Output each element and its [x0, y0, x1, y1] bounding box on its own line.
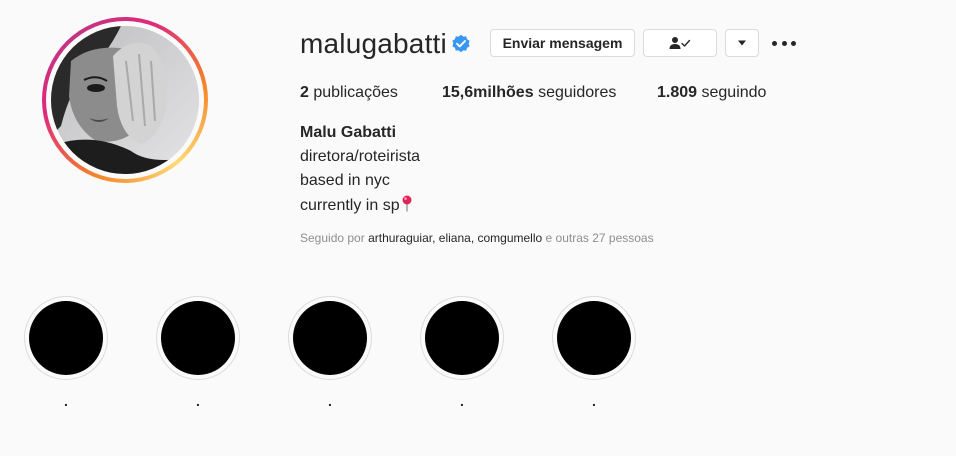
highlight-label: .	[64, 393, 68, 409]
followers-count-value: 15,6milhões	[442, 84, 534, 101]
followed-by-prefix: Seguido por	[300, 231, 365, 245]
followed-by-account: comgumello	[477, 231, 543, 245]
highlight-cover	[161, 301, 235, 375]
followers-count-label: seguidores	[538, 84, 617, 101]
avatar[interactable]	[51, 26, 199, 174]
highlight-label: .	[460, 393, 464, 409]
username: malugabatti	[300, 28, 447, 59]
avatar-photo	[51, 26, 199, 174]
story-highlight[interactable]	[420, 296, 504, 380]
story-highlight[interactable]	[156, 296, 240, 380]
bio-line-text: currently in sp	[300, 197, 400, 214]
story-highlight[interactable]	[552, 296, 636, 380]
following-count-value: 1.809	[657, 84, 698, 101]
highlight-label: .	[592, 393, 596, 409]
verified-badge-icon	[452, 34, 470, 53]
person-check-icon	[669, 37, 691, 49]
posts-count-value: 2	[300, 84, 309, 101]
posts-count-label: publicações	[313, 84, 398, 101]
following-count-label: seguindo	[701, 84, 767, 101]
more-dot	[781, 40, 787, 46]
bio-line-last: currently in sp	[300, 195, 413, 216]
full-name: Malu Gabatti	[300, 124, 397, 141]
pin-emoji-icon	[402, 195, 412, 212]
story-ring[interactable]	[42, 17, 208, 183]
send-message-button[interactable]: Enviar mensagem	[490, 29, 635, 57]
highlight-label: .	[328, 393, 332, 409]
posts-count: 2 publicações	[300, 83, 398, 103]
bio-line: diretora/roteirista	[300, 148, 421, 165]
followers-link[interactable]: 15,6milhões seguidores	[442, 83, 616, 103]
followed-by-link[interactable]: Seguido por arthuraguiar, eliana, comgum…	[300, 230, 654, 246]
followed-by-account: eliana	[438, 231, 471, 245]
followed-by-account: arthuraguiar	[368, 231, 433, 245]
more-options-button[interactable]	[772, 35, 796, 51]
caret-down-icon	[738, 40, 746, 46]
suggestions-dropdown-button[interactable]	[725, 29, 759, 57]
highlight-cover	[293, 301, 367, 375]
following-button[interactable]	[643, 29, 717, 57]
story-highlight[interactable]	[288, 296, 372, 380]
story-highlight[interactable]	[24, 296, 108, 380]
highlight-cover	[425, 301, 499, 375]
highlight-cover	[557, 301, 631, 375]
highlight-label: .	[196, 393, 200, 409]
more-dot	[791, 40, 796, 46]
separator: ,	[432, 231, 439, 245]
more-options-icon	[772, 40, 777, 46]
bio-line: based in nyc	[300, 172, 390, 189]
profile-page: malugabatti Enviar mensagem 2 publicaçõe…	[0, 0, 956, 456]
followed-by-suffix: e outras 27 pessoas	[545, 231, 654, 245]
following-link[interactable]: 1.809 seguindo	[657, 83, 766, 103]
highlight-cover	[29, 301, 103, 375]
